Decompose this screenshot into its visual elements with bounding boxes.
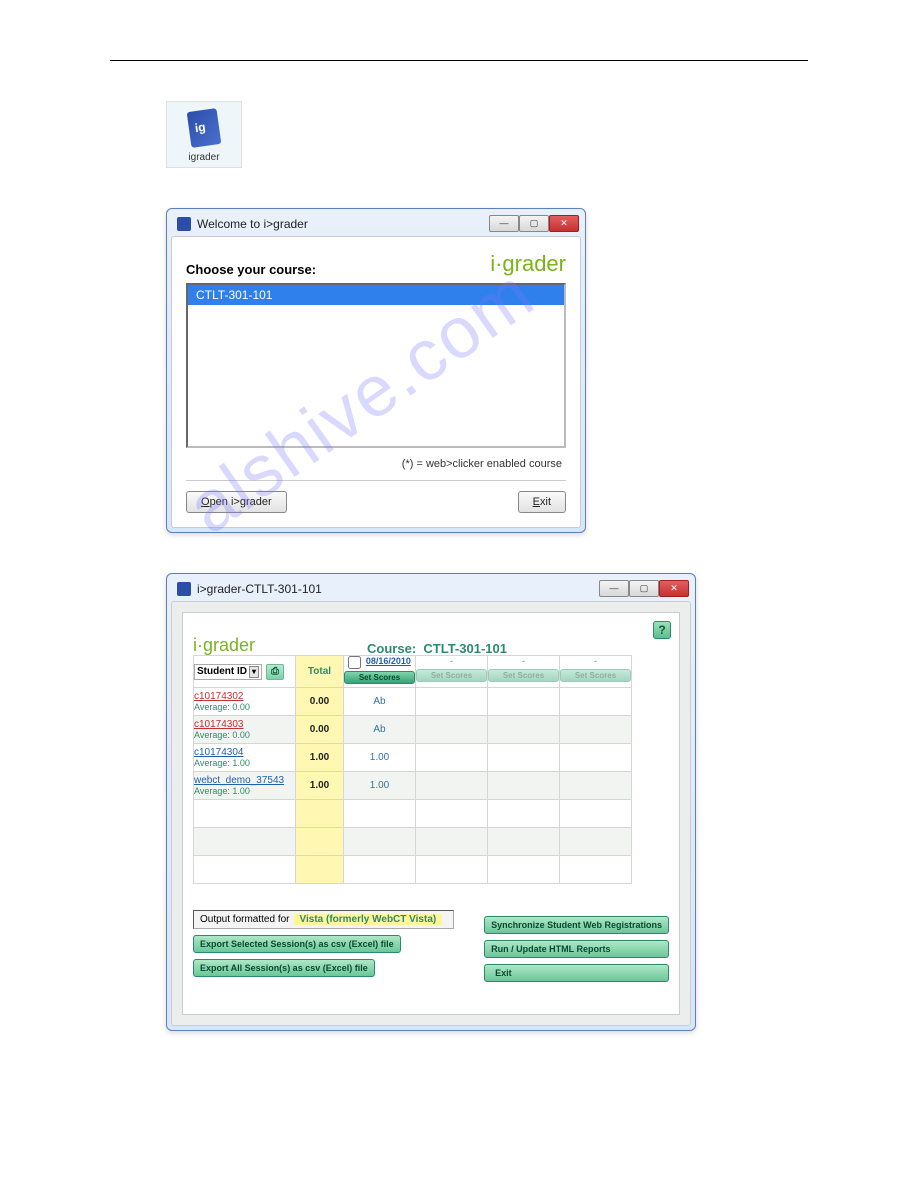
course-label: Course: [367, 641, 416, 656]
table-row [194, 800, 632, 828]
welcome-window: Welcome to i>grader — ▢ ✕ Choose your co… [166, 208, 586, 533]
student-link[interactable]: webct_demo_37543 [194, 775, 284, 786]
session-header: - Set Scores [488, 656, 560, 688]
course-name: CTLT-301-101 [423, 641, 507, 656]
export-selected-button[interactable]: Export Selected Session(s) as csv (Excel… [193, 935, 401, 953]
choose-course-label: Choose your course: [186, 262, 316, 277]
table-row: c10174303Average: 0.00 0.00 Ab [194, 716, 632, 744]
horizontal-rule [110, 60, 808, 61]
student-average: Average: 0.00 [194, 730, 250, 740]
igrader-logo: i·grader [193, 635, 255, 656]
score-cell: 1.00 [344, 744, 416, 772]
student-link[interactable]: c10174304 [194, 747, 244, 758]
session-date-link[interactable]: 08/16/2010 [366, 656, 411, 666]
student-average: Average: 0.00 [194, 702, 250, 712]
close-button[interactable]: ✕ [549, 215, 579, 232]
student-id-label: Student ID [197, 666, 247, 677]
total-cell: 0.00 [296, 688, 344, 716]
exit-button[interactable]: Exit [518, 491, 566, 513]
window-title: Welcome to i>grader [197, 217, 308, 231]
session-date: - [450, 656, 453, 666]
webclicker-note: (*) = web>clicker enabled course [186, 458, 562, 470]
score-cell: Ab [344, 716, 416, 744]
sync-registrations-button[interactable]: Synchronize Student Web Registrations [484, 916, 669, 934]
score-cell: 1.00 [344, 772, 416, 800]
set-scores-button[interactable]: Set Scores [416, 669, 487, 682]
app-icon [177, 217, 191, 231]
igrader-logo: i·grader [490, 251, 566, 277]
student-id-header: Student ID ▾ ⎙ [194, 656, 296, 688]
course-listbox[interactable]: CTLT-301-101 [186, 283, 566, 448]
session-date: - [522, 656, 525, 666]
table-row [194, 828, 632, 856]
igrader-window: i>grader-CTLT-301-101 — ▢ ✕ ? i·grader C… [166, 573, 696, 1031]
open-rest: pen i>grader [210, 496, 272, 508]
exit-mnemonic: E [533, 496, 540, 508]
help-button[interactable]: ? [653, 621, 671, 639]
student-id-select[interactable]: Student ID ▾ [194, 664, 262, 680]
maximize-button[interactable]: ▢ [519, 215, 549, 232]
score-cell: Ab [344, 688, 416, 716]
desktop-icon-label: igrader [167, 152, 241, 163]
minimize-button[interactable]: — [489, 215, 519, 232]
titlebar: i>grader-CTLT-301-101 — ▢ ✕ [171, 578, 691, 601]
total-cell: 1.00 [296, 744, 344, 772]
set-scores-button[interactable]: Set Scores [560, 669, 631, 682]
student-average: Average: 1.00 [194, 786, 250, 796]
session-date: - [594, 656, 597, 666]
student-link[interactable]: c10174302 [194, 691, 244, 702]
export-all-button[interactable]: Export All Session(s) as csv (Excel) fil… [193, 959, 375, 977]
session-header: - Set Scores [560, 656, 632, 688]
output-format-box: Output formatted for Vista (formerly Web… [193, 910, 454, 929]
chevron-down-icon: ▾ [249, 666, 259, 678]
grades-table: Student ID ▾ ⎙ Total 08/16/2010 Set Scor… [193, 655, 632, 884]
table-row [194, 856, 632, 884]
table-row: webct_demo_37543Average: 1.00 1.00 1.00 [194, 772, 632, 800]
close-button[interactable]: ✕ [659, 580, 689, 597]
open-igrader-button[interactable]: Open i>grader [186, 491, 287, 513]
set-scores-button[interactable]: Set Scores [488, 669, 559, 682]
course-heading: Course: CTLT-301-101 [367, 641, 507, 656]
maximize-button[interactable]: ▢ [629, 580, 659, 597]
run-reports-button[interactable]: Run / Update HTML Reports [484, 940, 669, 958]
set-scores-button[interactable]: Set Scores [344, 671, 415, 684]
session-checkbox[interactable] [348, 656, 361, 669]
total-cell: 1.00 [296, 772, 344, 800]
desktop-icon[interactable]: igrader [166, 101, 242, 168]
total-cell: 0.00 [296, 716, 344, 744]
output-format-label: Output formatted for [200, 914, 290, 925]
exit-rest: xit [540, 496, 551, 508]
window-title: i>grader-CTLT-301-101 [197, 582, 322, 596]
course-list-item[interactable]: CTLT-301-101 [188, 285, 564, 305]
open-mnemonic: O [201, 496, 210, 508]
titlebar: Welcome to i>grader — ▢ ✕ [171, 213, 581, 236]
output-format-value: Vista (formerly WebCT Vista) [294, 914, 443, 925]
student-link[interactable]: c10174303 [194, 719, 244, 730]
total-header: Total [296, 656, 344, 688]
session-header: - Set Scores [416, 656, 488, 688]
student-average: Average: 1.00 [194, 758, 250, 768]
exit-button[interactable]: Exit [484, 964, 669, 982]
table-row: c10174304Average: 1.00 1.00 1.00 [194, 744, 632, 772]
minimize-button[interactable]: — [599, 580, 629, 597]
table-row: c10174302Average: 0.00 0.00 Ab [194, 688, 632, 716]
app-icon [177, 582, 191, 596]
igrader-app-icon [187, 108, 222, 148]
print-icon[interactable]: ⎙ [266, 664, 284, 680]
session-header: 08/16/2010 Set Scores [344, 656, 416, 688]
